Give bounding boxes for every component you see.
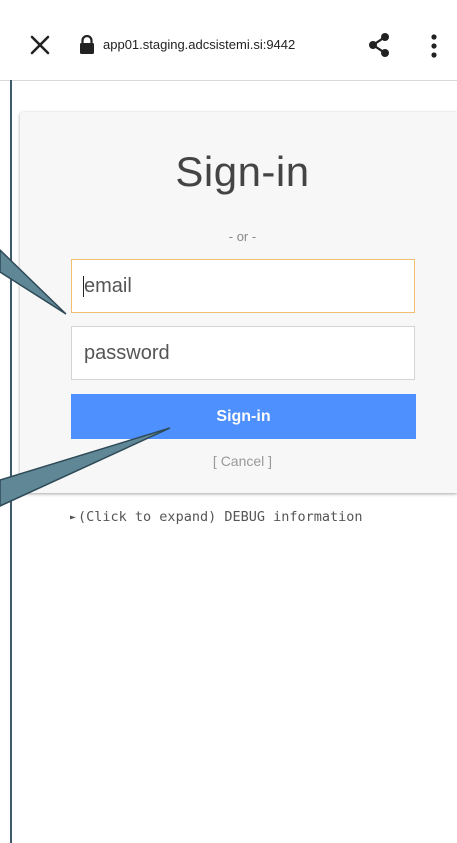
- signin-button[interactable]: Sign-in: [71, 394, 416, 439]
- cancel-link[interactable]: [ Cancel ]: [20, 453, 457, 469]
- password-field[interactable]: [71, 326, 415, 380]
- close-icon[interactable]: [26, 31, 54, 59]
- debug-label: (Click to expand) DEBUG information: [78, 509, 363, 525]
- lock-icon: [78, 34, 96, 55]
- email-field[interactable]: [71, 259, 415, 313]
- or-separator: - or -: [228, 229, 257, 244]
- browser-toolbar: app01.staging.adcsistemi.si:9442: [0, 0, 457, 81]
- debug-toggle[interactable]: ► (Click to expand) DEBUG information: [70, 509, 363, 525]
- more-vert-icon[interactable]: [424, 33, 444, 59]
- page-left-edge: [10, 80, 12, 843]
- text-caret: [83, 276, 84, 297]
- share-icon[interactable]: [367, 32, 391, 58]
- signin-card: Sign-in - or - Sign-in [ Cancel ]: [20, 112, 457, 493]
- screen: app01.staging.adcsistemi.si:9442 Sign-in…: [0, 0, 457, 843]
- url-text[interactable]: app01.staging.adcsistemi.si:9442: [103, 37, 295, 52]
- page-title: Sign-in: [175, 148, 310, 195]
- expand-arrow-icon: ►: [70, 512, 77, 523]
